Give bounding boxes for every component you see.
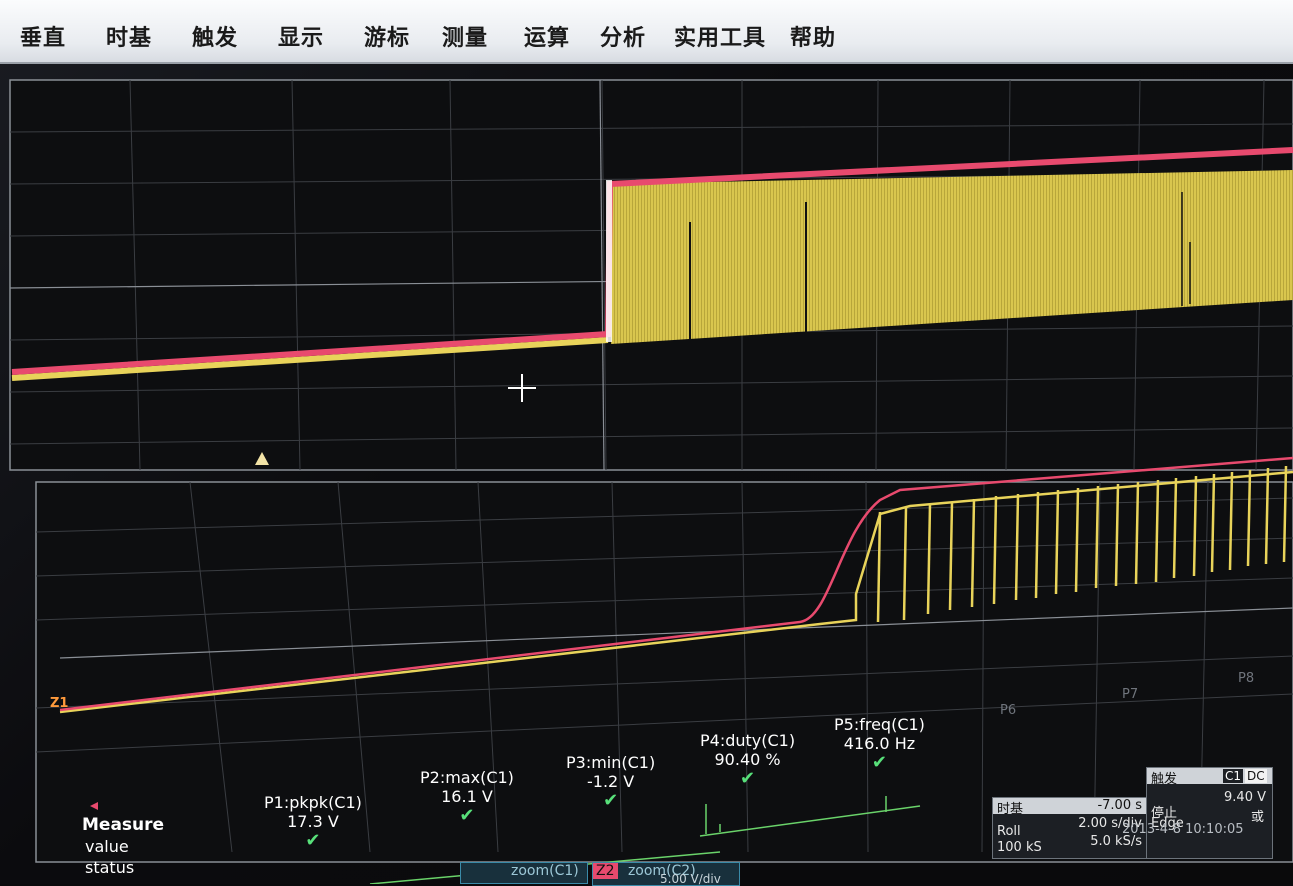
- measurement-value: -1.2 V: [586, 772, 635, 791]
- menu-math[interactable]: 运算: [524, 20, 570, 52]
- marker-p6: P6: [1000, 703, 1016, 718]
- measurement-value: 16.1 V: [441, 787, 493, 806]
- measurement-label: P2:max(C1): [420, 768, 514, 787]
- measurement-p2[interactable]: P2:max(C1) 16.1 V ✔: [420, 768, 514, 825]
- timebase-mode: Roll: [997, 824, 1021, 839]
- menu-bar: 垂直 时基 触发 显示 游标 测量 运算 分析 实用工具 帮助: [0, 0, 1293, 64]
- status-check-icon: ✔: [603, 790, 619, 811]
- measurement-p3[interactable]: P3:min(C1) -1.2 V ✔: [566, 753, 655, 810]
- menu-cursors[interactable]: 游标: [364, 20, 410, 52]
- menu-analysis[interactable]: 分析: [600, 20, 646, 52]
- trigger-channel: C1: [1223, 769, 1244, 783]
- status-check-icon: ✔: [305, 830, 321, 851]
- status-check-icon: ✔: [459, 805, 475, 826]
- ch2-edge-marker: [606, 180, 612, 342]
- marker-p8: P8: [1238, 671, 1254, 686]
- measurement-value: 90.40 %: [714, 750, 781, 769]
- timebase-header: 时基: [997, 802, 1024, 817]
- measurement-value: 416.0 Hz: [843, 734, 916, 753]
- measurement-p1[interactable]: P1:pkpk(C1) 17.3 V ✔: [264, 793, 362, 850]
- zoom-marker-z1: Z1: [50, 696, 68, 711]
- trigger-header: 触发: [1151, 772, 1178, 787]
- measure-menu-title: Measure: [82, 815, 165, 835]
- status-check-icon: ✔: [871, 752, 887, 773]
- menu-vertical[interactable]: 垂直: [20, 20, 66, 52]
- tab-zoom-c1[interactable]: zoom(C1): [460, 862, 588, 884]
- trigger-panel[interactable]: 触发 C1 DC 停止 9.40 V Edge 或: [1146, 767, 1273, 859]
- measurement-p5[interactable]: P5:freq(C1) 416.0 Hz ✔: [834, 715, 925, 772]
- timebase-delay: -7.00 s: [1097, 798, 1142, 813]
- status-check-icon: ✔: [740, 768, 756, 789]
- trigger-level: 9.40 V: [1224, 790, 1266, 805]
- measurement-label: P4:duty(C1): [700, 731, 796, 750]
- measurement-p4[interactable]: P4:duty(C1) 90.40 % ✔: [700, 731, 795, 788]
- zoom-tab-badge: Z2: [593, 863, 618, 879]
- trigger-slope: 或: [1250, 810, 1264, 825]
- menu-measure[interactable]: 测量: [442, 20, 488, 52]
- measure-menu-value[interactable]: value: [82, 836, 164, 857]
- trigger-coupling: DC: [1245, 769, 1267, 783]
- menu-help[interactable]: 帮助: [790, 20, 836, 52]
- menu-utilities[interactable]: 实用工具: [674, 20, 766, 52]
- timebase-points: 100 kS: [997, 840, 1042, 855]
- measurement-label: P1:pkpk(C1): [264, 793, 362, 812]
- menu-trigger[interactable]: 触发: [192, 20, 238, 52]
- measurement-label: P5:freq(C1): [834, 715, 925, 734]
- measurement-value: 17.3 V: [287, 812, 339, 831]
- timestamp: 2013-4-8 10:10:05: [1122, 822, 1244, 837]
- measurement-label: P3:min(C1): [566, 753, 656, 772]
- measure-menu-status[interactable]: status: [82, 857, 164, 878]
- measure-menu[interactable]: Measure value status: [82, 814, 164, 878]
- marker-p7: P7: [1122, 687, 1138, 702]
- zoom-tab-label: zoom(C1): [511, 863, 579, 879]
- oscilloscope-screen: 垂直 时基 触发 显示 游标 测量 运算 分析 实用工具 帮助 P6 P7 P8…: [0, 0, 1293, 886]
- menu-timebase[interactable]: 时基: [106, 20, 152, 52]
- menu-display[interactable]: 显示: [278, 20, 324, 52]
